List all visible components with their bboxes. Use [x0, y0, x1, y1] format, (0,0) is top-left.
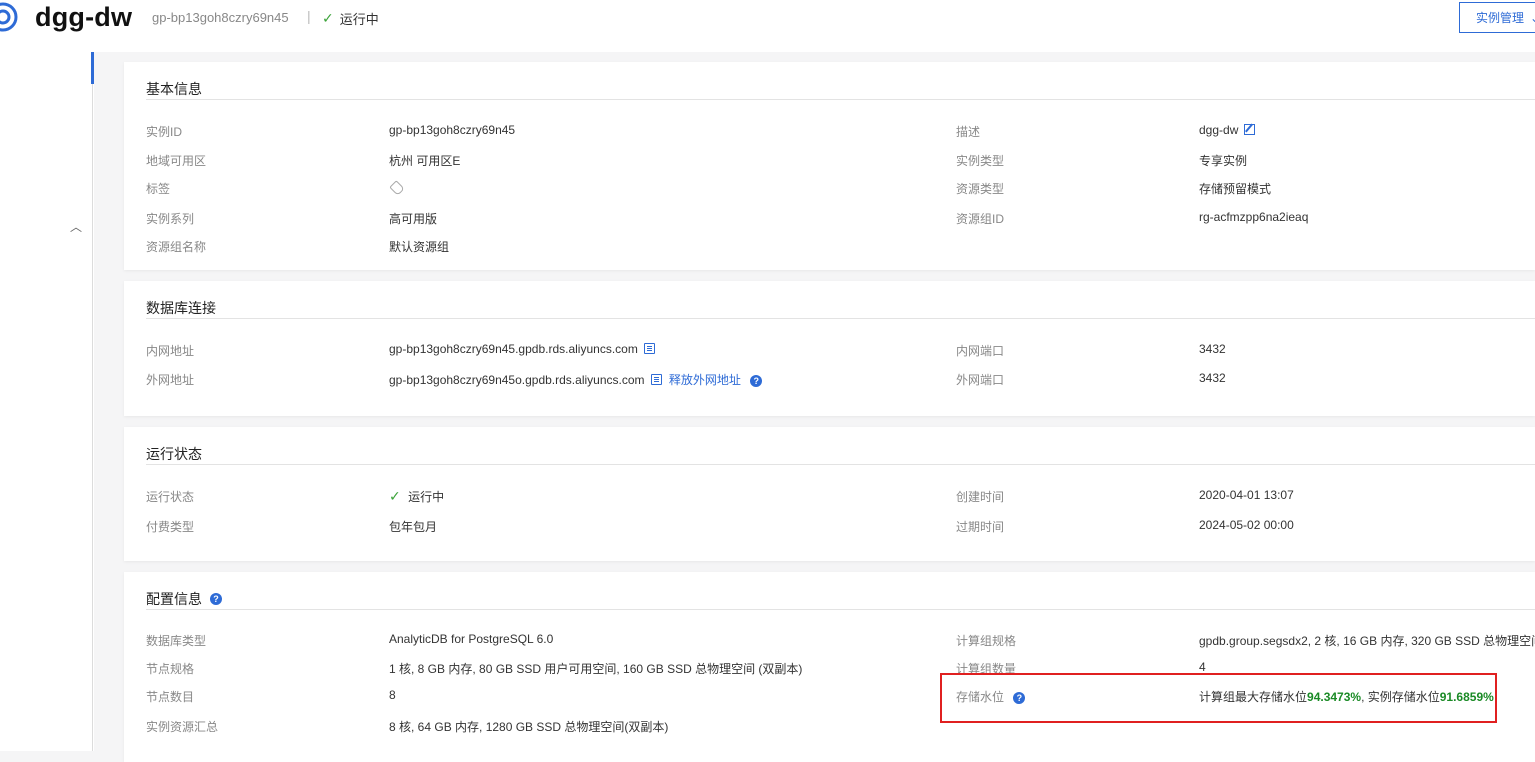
instance-manage-button[interactable]: 实例管理 ⌄ — [1459, 2, 1535, 33]
field-value-expire-time: 2024-05-02 00:00 — [1199, 518, 1294, 532]
check-icon: ✓ — [322, 10, 334, 26]
tag-icon[interactable] — [389, 180, 405, 196]
title-separator: | — [307, 8, 311, 24]
field-value-db-type: AnalyticDB for PostgreSQL 6.0 — [389, 632, 554, 646]
field-value-billing-type: 包年包月 — [389, 520, 438, 534]
field-label: 节点规格 — [146, 662, 195, 676]
public-address-text: gp-bp13goh8czry69n45o.gpdb.rds.aliyuncs.… — [389, 373, 645, 387]
field-value-instance-id: gp-bp13goh8czry69n45 — [389, 123, 516, 137]
product-logo-icon — [0, 2, 18, 32]
help-icon[interactable]: ? — [750, 375, 763, 387]
field-label: 内网端口 — [956, 344, 1005, 358]
field-label: 地域可用区 — [146, 154, 207, 168]
copy-icon[interactable] — [650, 374, 662, 385]
collapse-chevron-up-icon[interactable]: ︿ — [70, 218, 84, 234]
field-label: 实例资源汇总 — [146, 720, 219, 734]
field-value-resource-type: 存储预留模式 — [1199, 182, 1272, 196]
field-value-compute-group-spec: gpdb.group.segsdx2, 2 核, 16 GB 内存, 320 G… — [1199, 634, 1535, 648]
field-label: 实例ID — [146, 125, 183, 139]
field-label: 节点数目 — [146, 690, 195, 704]
instance-id-label: gp-bp13goh8czry69n45 — [152, 10, 289, 25]
card-runtime-status: 运行状态 运行状态 ✓ 运行中 付费类型 包年包月 创建时间 2020-04-0… — [124, 427, 1535, 561]
divider — [146, 99, 1535, 100]
page-title: dgg-dw — [35, 2, 133, 32]
field-value-intranet-port: 3432 — [1199, 342, 1226, 356]
rail-divider — [92, 52, 93, 751]
top-header: dgg-dw gp-bp13goh8czry69n45 | ✓ 运行中 实例管理… — [0, 0, 1535, 52]
field-value-node-count: 8 — [389, 688, 396, 702]
card-db-connection: 数据库连接 内网地址 gp-bp13goh8czry69n45.gpdb.rds… — [124, 281, 1535, 416]
divider — [146, 609, 1535, 610]
field-label: 标签 — [146, 182, 171, 196]
instance-manage-label: 实例管理 — [1476, 11, 1525, 25]
field-value-public-port: 3432 — [1199, 371, 1226, 385]
field-label: 过期时间 — [956, 520, 1005, 534]
field-label: 外网端口 — [956, 373, 1005, 387]
field-label: 外网地址 — [146, 373, 195, 387]
highlight-box — [940, 673, 1497, 723]
field-value-intranet-address: gp-bp13goh8czry69n45.gpdb.rds.aliyuncs.c… — [389, 342, 655, 356]
divider — [146, 464, 1535, 465]
copy-icon[interactable] — [643, 343, 655, 354]
card-title-config: 配置信息 — [146, 591, 202, 607]
field-value-resource-group-name: 默认资源组 — [389, 240, 450, 254]
field-label: 内网地址 — [146, 344, 195, 358]
card-basic-info: 基本信息 实例ID gp-bp13goh8czry69n45 地域可用区 杭州 … — [124, 62, 1535, 270]
card-title-connection: 数据库连接 — [146, 300, 216, 316]
run-status-text: 运行中 — [408, 490, 445, 504]
field-label: 实例系列 — [146, 212, 195, 226]
field-label: 资源组ID — [956, 212, 1005, 226]
field-label: 运行状态 — [146, 490, 195, 504]
field-label: 创建时间 — [956, 490, 1005, 504]
field-value-description: dgg-dw — [1199, 123, 1256, 137]
field-value-created-time: 2020-04-01 13:07 — [1199, 488, 1294, 502]
field-label: 实例类型 — [956, 154, 1005, 168]
field-label: 资源组名称 — [146, 240, 207, 254]
chevron-down-icon: ⌄ — [1530, 11, 1535, 25]
status-badge: ✓ 运行中 — [322, 9, 379, 28]
check-icon: ✓ — [389, 488, 401, 504]
field-label: 数据库类型 — [146, 634, 207, 648]
description-text: dgg-dw — [1199, 123, 1239, 137]
intranet-address-text: gp-bp13goh8czry69n45.gpdb.rds.aliyuncs.c… — [389, 342, 638, 356]
field-label: 资源类型 — [956, 182, 1005, 196]
left-rail — [0, 52, 94, 751]
card-title-config-wrap: 配置信息 ? — [146, 589, 222, 609]
field-label: 描述 — [956, 125, 981, 139]
edit-icon[interactable] — [1244, 124, 1256, 135]
release-public-address-link[interactable]: 释放外网地址 — [669, 373, 741, 387]
field-value-instance-type: 专享实例 — [1199, 154, 1248, 168]
field-value-resource-summary: 8 核, 64 GB 内存, 1280 GB SSD 总物理空间(双副本) — [389, 720, 669, 734]
field-value-series: 高可用版 — [389, 212, 438, 226]
field-label: 计算组规格 — [956, 634, 1017, 648]
field-value-public-address: gp-bp13goh8czry69n45o.gpdb.rds.aliyuncs.… — [389, 371, 763, 388]
divider — [146, 318, 1535, 319]
card-title-basic: 基本信息 — [146, 81, 202, 97]
field-value-resource-group-id: rg-acfmzpp6na2ieaq — [1199, 210, 1309, 224]
field-value-node-spec: 1 核, 8 GB 内存, 80 GB SSD 用户可用空间, 160 GB S… — [389, 662, 803, 676]
main-content: 基本信息 实例ID gp-bp13goh8czry69n45 地域可用区 杭州 … — [94, 52, 1535, 762]
card-title-runtime: 运行状态 — [146, 446, 202, 462]
status-text: 运行中 — [339, 12, 379, 27]
card-config-info: 配置信息 ? 数据库类型 AnalyticDB for PostgreSQL 6… — [124, 572, 1535, 762]
field-value-compute-group-count: 4 — [1199, 660, 1206, 674]
field-value-run-status: ✓ 运行中 — [389, 488, 444, 505]
help-icon[interactable]: ? — [210, 593, 222, 605]
field-value-region: 杭州 可用区E — [389, 154, 461, 168]
field-label: 付费类型 — [146, 520, 195, 534]
